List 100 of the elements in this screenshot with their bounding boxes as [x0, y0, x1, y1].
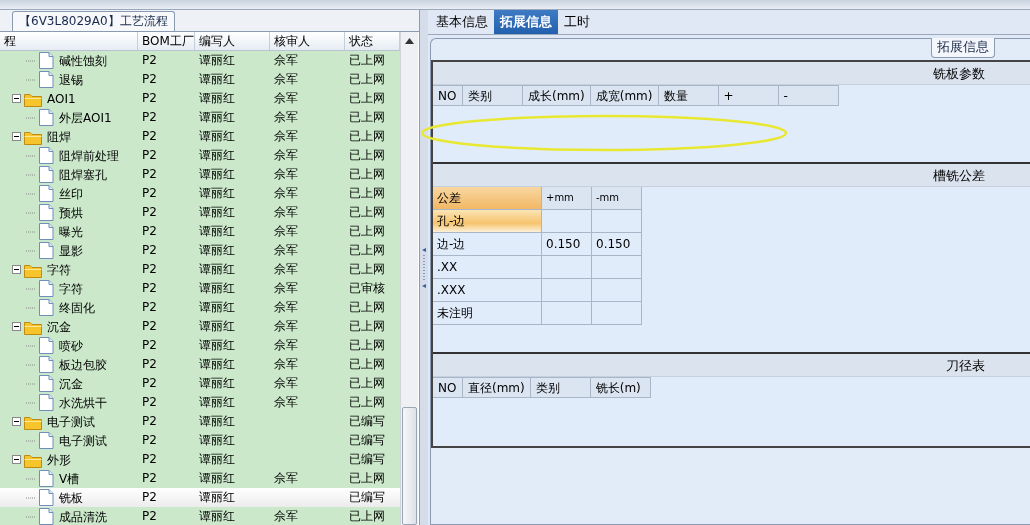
scrollbar-thumb[interactable]	[402, 407, 417, 525]
table-cell-text: P2	[141, 489, 158, 506]
collapse-icon[interactable]	[12, 455, 21, 464]
column-header[interactable]: BOM工厂	[138, 32, 195, 50]
collapse-icon[interactable]	[12, 132, 21, 141]
table-cell	[592, 210, 642, 233]
table-cell-text: 谭丽红	[198, 299, 236, 316]
column-header[interactable]: 核审人	[270, 32, 345, 50]
tree-row[interactable]: 沉金 P2 谭丽红 佘军 已上网	[0, 374, 400, 393]
tree-row[interactable]: 外层AOI1 P2 谭丽红 佘军 已上网	[0, 108, 400, 127]
table-cell	[592, 302, 642, 325]
collapse-icon[interactable]	[12, 417, 21, 426]
column-header[interactable]: 成宽(mm)	[590, 85, 659, 106]
tree-row[interactable]: 电子测试 P2 谭丽红 已编写	[0, 412, 400, 431]
column-header[interactable]: 类别	[530, 377, 591, 398]
column-header[interactable]: 类别	[463, 85, 523, 106]
column-header[interactable]: 成长(mm)	[523, 85, 591, 106]
document-icon	[39, 166, 54, 183]
tree-label: 沉金	[46, 318, 71, 336]
tree-row[interactable]: 终固化 P2 谭丽红 佘军 已上网	[0, 298, 400, 317]
column-header[interactable]: 编写人	[195, 32, 270, 50]
table-cell-text: 佘军	[273, 71, 299, 88]
tree-row[interactable]: 板边包胶 P2 谭丽红 佘军 已上网	[0, 355, 400, 374]
table-cell-text: P2	[141, 166, 158, 183]
table-cell-text: P2	[141, 242, 158, 259]
table-cell-text: 已编写	[348, 413, 386, 430]
column-header[interactable]: 铣长(m)	[590, 377, 651, 398]
collapse-icon[interactable]	[12, 94, 21, 103]
column-header[interactable]: +mm	[542, 187, 592, 210]
tree-row[interactable]: 字符 P2 谭丽红 佘军 已上网	[0, 260, 400, 279]
column-header[interactable]: +	[718, 85, 779, 106]
collapse-icon[interactable]	[12, 265, 21, 274]
column-header[interactable]: NO	[433, 377, 463, 398]
table-cell-text: 佘军	[273, 299, 299, 316]
tree-row[interactable]: 退锡 P2 谭丽红 佘军 已上网	[0, 70, 400, 89]
tree-row[interactable]: 成品清洗 P2 谭丽红 佘军 已上网	[0, 507, 400, 525]
table-cell-text: P2	[141, 147, 158, 164]
document-icon	[39, 375, 54, 392]
table-cell-text: 谭丽红	[198, 451, 236, 468]
section-header: 槽铣公差	[433, 164, 1030, 187]
column-header[interactable]: 公差	[433, 187, 542, 210]
column-header[interactable]: 数量	[658, 85, 719, 106]
table-cell-text: 已上网	[348, 185, 386, 202]
tree-row[interactable]: 阻焊塞孔 P2 谭丽红 佘军 已上网	[0, 165, 400, 184]
table-cell-text: 佘军	[273, 185, 299, 202]
tree-row[interactable]: 显影 P2 谭丽红 佘军 已上网	[0, 241, 400, 260]
table-cell-text: 已上网	[348, 223, 386, 240]
tree-label: 预烘	[58, 204, 83, 222]
tree-row[interactable]: 电子测试 P2 谭丽红 已编写	[0, 431, 400, 450]
row-header[interactable]: 未注明	[433, 302, 542, 325]
column-header[interactable]: -mm	[592, 187, 642, 210]
document-icon	[39, 109, 54, 126]
row-header[interactable]: 边-边	[433, 233, 542, 256]
collapse-icon[interactable]	[12, 322, 21, 331]
document-icon	[39, 223, 54, 240]
table-cell-text: 谭丽红	[198, 261, 236, 278]
column-header[interactable]: 程	[0, 32, 138, 50]
tree-row[interactable]: 阻焊前处理 P2 谭丽红 佘军 已上网	[0, 146, 400, 165]
table-cell-text: 已编写	[348, 451, 386, 468]
tab[interactable]: 工时	[558, 10, 596, 34]
row-header[interactable]: .XX	[433, 256, 542, 279]
tree-label: 外形	[46, 451, 71, 469]
tree-row[interactable]: 曝光 P2 谭丽红 佘军 已上网	[0, 222, 400, 241]
document-icon	[39, 470, 54, 487]
document-icon	[39, 71, 54, 88]
tree-row[interactable]: 字符 P2 谭丽红 佘军 已审核	[0, 279, 400, 298]
tree-row[interactable]: 阻焊 P2 谭丽红 佘军 已上网	[0, 127, 400, 146]
tree-row[interactable]: 喷砂 P2 谭丽红 佘军 已上网	[0, 336, 400, 355]
table-cell-text: 谭丽红	[198, 52, 236, 69]
tree-row[interactable]: V槽 P2 谭丽红 佘军 已上网	[0, 469, 400, 488]
tab[interactable]: 拓展信息	[494, 10, 558, 34]
tree-row[interactable]: 碱性蚀刻 P2 谭丽红 佘军 已上网	[0, 51, 400, 70]
column-header[interactable]: -	[778, 85, 839, 106]
table-cell-text: 谭丽红	[198, 489, 236, 506]
tree-row[interactable]: 沉金 P2 谭丽红 佘军 已上网	[0, 317, 400, 336]
table-cell-text: 已上网	[348, 318, 386, 335]
scroll-up-icon[interactable]	[405, 38, 414, 44]
table-cell-text: P2	[141, 109, 158, 126]
tree-row[interactable]: 外形 P2 谭丽红 已编写	[0, 450, 400, 469]
table-cell-text: 佘军	[273, 223, 299, 240]
table-cell-text: P2	[141, 299, 158, 316]
document-icon	[39, 508, 54, 525]
column-header[interactable]: NO	[433, 85, 463, 106]
table-cell-text: 谭丽红	[198, 337, 236, 354]
table-cell	[542, 256, 592, 279]
row-header[interactable]: 孔-边	[433, 210, 542, 233]
table-cell-text: 佘军	[273, 90, 299, 107]
table-cell-text: 谭丽红	[198, 318, 236, 335]
tree-row[interactable]: 丝印 P2 谭丽红 佘军 已上网	[0, 184, 400, 203]
table-cell-text: P2	[141, 508, 158, 525]
table-cell-text: 谭丽红	[198, 185, 236, 202]
splitter-grip-icon[interactable]	[421, 247, 427, 288]
table-cell-text: 谭丽红	[198, 356, 236, 373]
tab[interactable]: 基本信息	[430, 10, 494, 34]
tree-row[interactable]: AOI1 P2 谭丽红 佘军 已上网	[0, 89, 400, 108]
tree-row[interactable]: 铣板 P2 谭丽红 已编写	[0, 488, 400, 507]
tree-row[interactable]: 水洗烘干 P2 谭丽红 佘军 已上网	[0, 393, 400, 412]
row-header[interactable]: .XXX	[433, 279, 542, 302]
tree-row[interactable]: 预烘 P2 谭丽红 佘军 已上网	[0, 203, 400, 222]
column-header[interactable]: 直径(mm)	[463, 377, 531, 398]
